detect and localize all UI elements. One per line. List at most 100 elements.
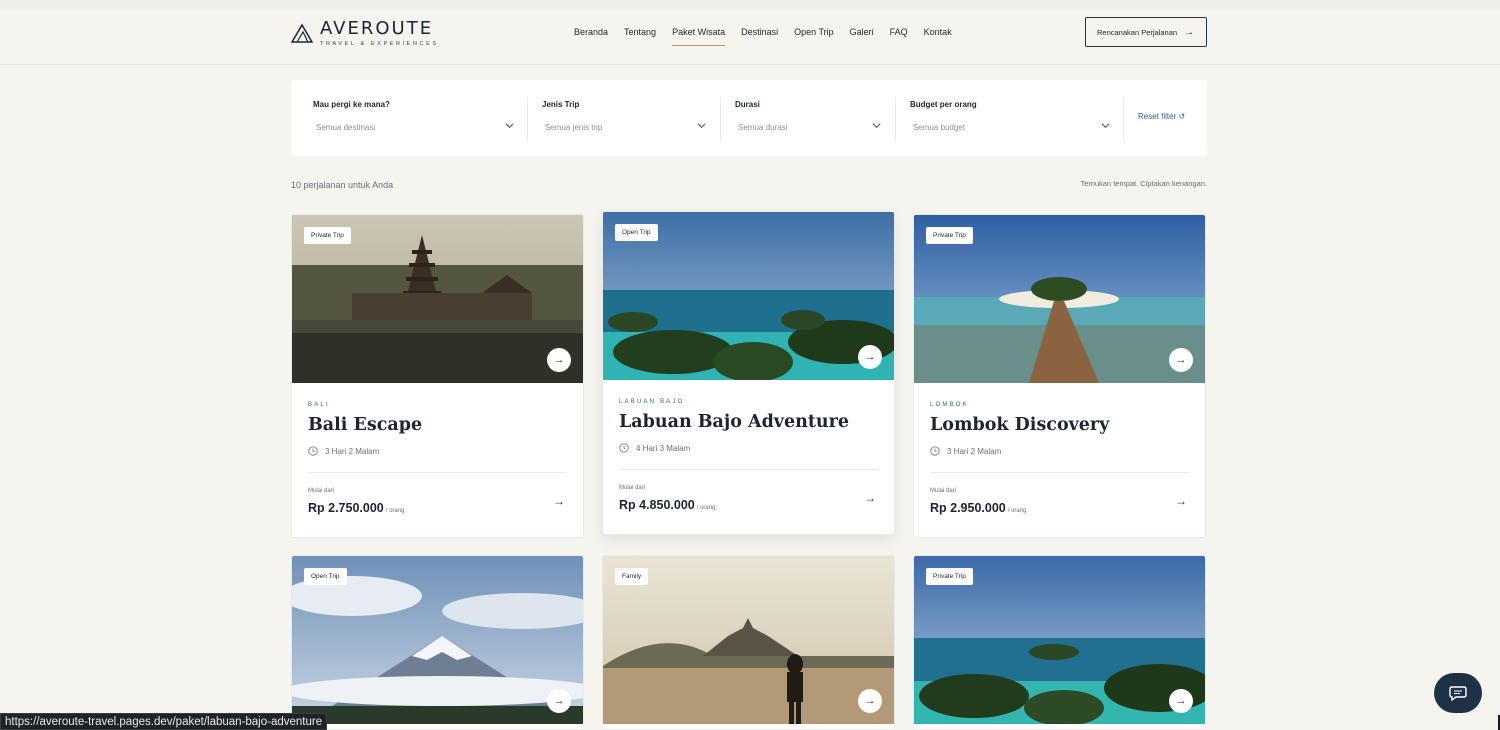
filter-panel: Mau pergi ke mana? Semua destinasi Jenis… <box>291 80 1207 156</box>
trip-type-filter[interactable]: Jenis Trip Semua jenis trip <box>542 100 712 140</box>
nav-tentang[interactable]: Tentang <box>624 26 656 48</box>
card-title[interactable]: Lombok Discovery <box>930 415 1109 435</box>
filter-divider <box>1123 97 1124 141</box>
nav-paket-wisata[interactable]: Paket Wisata <box>672 26 726 48</box>
package-card[interactable]: Family → <box>602 555 895 730</box>
card-image: Private Trip → <box>914 215 1205 383</box>
nav-galeri[interactable]: Galeri <box>850 26 874 48</box>
card-price: Rp 2.750.000/ orang <box>308 501 404 515</box>
brand-logo[interactable]: AVEROUTE TRAVEL & EXPERIENCES <box>291 19 439 47</box>
arrow-right-icon[interactable]: → <box>1169 348 1193 372</box>
brand-name: AVEROUTE <box>320 18 434 39</box>
arrow-right-icon[interactable]: → <box>1169 689 1193 713</box>
main-nav: Beranda Tentang Paket Wisata Destinasi O… <box>574 26 968 48</box>
filter-divider <box>895 97 896 141</box>
card-duration-text: 3 Hari 2 Malam <box>325 446 380 456</box>
card-destination: BALI <box>308 402 330 408</box>
package-card-lombok[interactable]: Private Trip → LOMBOK Lombok Discovery 3… <box>913 214 1206 538</box>
arrow-right-icon[interactable]: → <box>547 348 571 372</box>
card-image: Open Trip → <box>603 212 894 380</box>
duration-select[interactable]: Semua durasi <box>738 123 787 132</box>
clock-icon <box>930 446 940 456</box>
arrow-right-icon[interactable]: → <box>858 345 882 369</box>
trip-type-select[interactable]: Semua jenis trip <box>545 123 602 132</box>
chat-bubble-icon <box>1449 686 1467 701</box>
package-card[interactable]: Private Trip → <box>913 555 1206 730</box>
card-image: Private Trip → <box>914 556 1205 724</box>
package-card-bali[interactable]: Private Trip → BALI Bali Escape 3 Hari 2… <box>291 214 584 538</box>
price-from-label: Mulai dari <box>619 485 646 491</box>
card-price-value: Rp 2.950.000 <box>930 501 1006 515</box>
card-duration: 3 Hari 2 Malam <box>930 446 1001 456</box>
arrow-right-icon[interactable]: → <box>1175 494 1187 508</box>
chevron-down-icon <box>872 123 881 129</box>
card-image: Private Trip → <box>292 215 583 383</box>
card-duration-text: 3 Hari 2 Malam <box>947 446 1002 456</box>
card-body: LOMBOK Lombok Discovery 3 Hari 2 Malam M… <box>914 383 1205 537</box>
clock-icon <box>308 446 318 456</box>
trip-type-badge: Private Trip <box>304 227 351 244</box>
price-from-label: Mulai dari <box>930 488 957 494</box>
package-card[interactable]: Open Trip → <box>291 555 584 730</box>
destination-select[interactable]: Semua destinasi <box>316 123 375 132</box>
card-title[interactable]: Labuan Bajo Adventure <box>619 412 849 432</box>
card-divider <box>930 472 1189 473</box>
nav-kontak[interactable]: Kontak <box>924 26 952 48</box>
trip-type-badge: Open Trip <box>304 568 347 585</box>
trip-type-filter-label: Jenis Trip <box>542 100 580 109</box>
arrow-right-icon[interactable]: → <box>864 491 876 505</box>
filter-divider <box>720 97 721 141</box>
arrow-right-icon[interactable]: → <box>553 494 565 508</box>
nav-beranda[interactable]: Beranda <box>574 26 608 48</box>
reset-filter-button[interactable]: Reset filter ↺ <box>1138 112 1185 121</box>
package-card-labuan-bajo[interactable]: Open Trip → LABUAN BAJO Labuan Bajo Adve… <box>602 211 895 535</box>
top-strip <box>0 0 1500 10</box>
card-body: BALI Bali Escape 3 Hari 2 Malam Mulai da… <box>292 383 583 537</box>
chevron-down-icon <box>1101 123 1110 129</box>
destination-filter[interactable]: Mau pergi ke mana? Semua destinasi <box>313 100 523 140</box>
duration-filter-label: Durasi <box>735 100 760 109</box>
duration-filter[interactable]: Durasi Semua durasi <box>735 100 885 140</box>
plan-trip-button[interactable]: Rencanakan Perjalanan → <box>1085 17 1207 47</box>
card-price-value: Rp 4.850.000 <box>619 498 695 512</box>
price-unit: / orang <box>696 505 716 511</box>
budget-select[interactable]: Semua budget <box>913 123 965 132</box>
clock-icon <box>619 443 629 453</box>
plan-trip-label: Rencanakan Perjalanan <box>1097 27 1178 37</box>
card-image: Family → <box>603 556 894 724</box>
nav-destinasi[interactable]: Destinasi <box>741 26 778 48</box>
card-title[interactable]: Bali Escape <box>308 415 422 435</box>
card-duration-text: 4 Hari 3 Malam <box>636 443 691 453</box>
arrow-right-icon: → <box>1184 27 1194 38</box>
card-price-value: Rp 2.750.000 <box>308 501 384 515</box>
chat-button[interactable] <box>1434 673 1482 713</box>
card-body: LABUAN BAJO Labuan Bajo Adventure 4 Hari… <box>603 380 894 534</box>
card-divider <box>619 469 878 470</box>
card-destination: LOMBOK <box>930 402 969 408</box>
price-unit: / orang <box>1007 508 1027 514</box>
budget-filter-label: Budget per orang <box>910 100 977 109</box>
card-destination: LABUAN BAJO <box>619 399 685 405</box>
trip-type-badge: Open Trip <box>615 224 658 241</box>
brand-subtitle: TRAVEL & EXPERIENCES <box>320 41 439 47</box>
card-divider <box>308 472 567 473</box>
nav-faq[interactable]: FAQ <box>890 26 908 48</box>
card-duration: 3 Hari 2 Malam <box>308 446 379 456</box>
link-status-bar: https://averoute-travel.pages.dev/paket/… <box>0 713 328 730</box>
budget-filter[interactable]: Budget per orang Semua budget <box>910 100 1115 140</box>
mountain-logo-icon <box>291 23 313 43</box>
site-header: AVEROUTE TRAVEL & EXPERIENCES Beranda Te… <box>0 10 1500 65</box>
arrow-right-icon[interactable]: → <box>547 689 571 713</box>
nav-open-trip[interactable]: Open Trip <box>794 26 834 48</box>
destination-filter-label: Mau pergi ke mana? <box>313 100 390 109</box>
chevron-down-icon <box>697 123 706 129</box>
card-price: Rp 2.950.000/ orang <box>930 501 1026 515</box>
card-duration: 4 Hari 3 Malam <box>619 443 690 453</box>
chevron-down-icon <box>505 123 514 129</box>
card-price: Rp 4.850.000/ orang <box>619 498 715 512</box>
results-tagline: Temukan tempat. Ciptakan kenangan. <box>1080 179 1207 188</box>
price-from-label: Mulai dari <box>308 488 335 494</box>
price-unit: / orang <box>385 508 405 514</box>
trip-type-badge: Family <box>615 568 649 585</box>
arrow-right-icon[interactable]: → <box>858 689 882 713</box>
